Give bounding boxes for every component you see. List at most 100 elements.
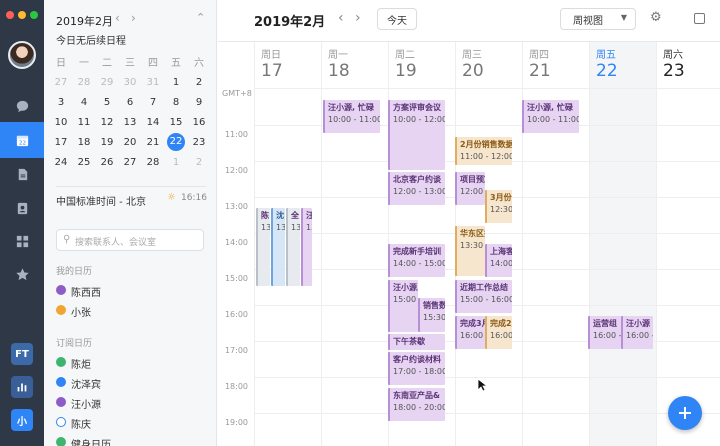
calendar-event[interactable]: 项目预算 12:00 - 13:00 (455, 172, 485, 205)
mini-prev-icon[interactable]: ‹ (115, 11, 120, 25)
mini-day[interactable]: 6 (119, 97, 141, 108)
star-icon[interactable] (12, 264, 32, 284)
calendar-event[interactable]: 销售数 15:30 - 16 (418, 298, 445, 332)
next-week-icon[interactable]: › (355, 10, 361, 26)
mini-day[interactable]: 8 (165, 97, 187, 108)
calendar-event[interactable]: 汪小源 16:00 - (621, 316, 653, 349)
analytics-icon[interactable] (11, 376, 33, 398)
calendar-name[interactable]: 陈西西 (71, 284, 101, 299)
calendar-event[interactable]: 汪小源, 忙碌 15:00 - 16:00 (388, 280, 418, 332)
rail-badge-ft[interactable]: FT (11, 343, 33, 365)
calendar-checkbox[interactable] (56, 285, 66, 295)
apps-icon[interactable] (12, 231, 32, 251)
calendar-event[interactable]: 汪小源, 忙碌 10:00 - 11:00 (522, 100, 579, 133)
day-header-number[interactable]: 19 (395, 61, 417, 81)
rail-badge-small[interactable]: 小 (11, 409, 33, 431)
prev-week-icon[interactable]: ‹ (338, 10, 344, 26)
calendar-event[interactable]: 完成新手培训 14:00 - 15:00 (388, 244, 445, 277)
calendar-event[interactable]: 华东区投放 13:30 - 15 (455, 226, 485, 276)
mini-next-icon[interactable]: › (131, 11, 136, 25)
window-icon[interactable] (694, 13, 705, 24)
mini-day[interactable]: 15 (165, 117, 187, 128)
mini-day[interactable]: 19 (96, 137, 118, 148)
day-header-number[interactable]: 18 (328, 61, 350, 81)
mini-day[interactable]: 28 (142, 157, 164, 168)
day-header-number[interactable]: 21 (529, 61, 551, 81)
calendar-event[interactable]: 下午茶歇 (388, 334, 445, 350)
calendar-name[interactable]: 小张 (71, 304, 91, 319)
mini-day[interactable]: 2 (188, 157, 210, 168)
window-zoom-button[interactable] (30, 11, 38, 19)
mini-day[interactable]: 26 (96, 157, 118, 168)
calendar-event[interactable]: 沈 13: (271, 208, 285, 286)
mini-day[interactable]: 21 (142, 137, 164, 148)
calendar-event[interactable]: 3月份 12:30 - 13 (485, 190, 512, 223)
calendar-event[interactable]: 客户约谈材料 17:00 - 18:00 (388, 352, 445, 385)
mini-day[interactable]: 1 (165, 77, 187, 88)
user-avatar[interactable] (8, 41, 36, 69)
contacts-icon[interactable] (12, 198, 32, 218)
day-header-number[interactable]: 20 (462, 61, 484, 81)
calendar-name[interactable]: 汪小源 (71, 396, 101, 411)
mini-day-today[interactable]: 22 (167, 133, 185, 151)
mini-day[interactable]: 16 (188, 117, 210, 128)
mini-day[interactable]: 25 (73, 157, 95, 168)
mini-day[interactable]: 2 (188, 77, 210, 88)
calendar-event[interactable]: 完成2月 16:00 - 16 (485, 316, 512, 349)
calendar-checkbox[interactable] (56, 437, 66, 446)
window-minimize-button[interactable] (18, 11, 26, 19)
calendar-event[interactable]: 上海客 14:00 - 15 (485, 244, 512, 277)
calendar-checkbox[interactable] (56, 377, 66, 387)
calendar-event[interactable]: 方案评审会议 10:00 - 12:00 (388, 100, 445, 170)
mini-day[interactable]: 4 (73, 97, 95, 108)
mini-day[interactable]: 31 (142, 77, 164, 88)
today-button[interactable]: 今天 (377, 8, 417, 30)
calendar-icon[interactable]: 22 (12, 130, 32, 150)
add-event-button[interactable] (668, 396, 702, 430)
calendar-event[interactable]: 汪小源, 忙碌 10:00 - 11:00 (323, 100, 380, 133)
calendar-checkbox[interactable] (56, 357, 66, 367)
calendar-event[interactable]: 完成3月 16:00 - 16 (455, 316, 485, 349)
mini-day[interactable]: 3 (50, 97, 72, 108)
day-header-name[interactable]: 周日 (261, 46, 281, 61)
mini-day[interactable]: 27 (119, 157, 141, 168)
mini-day[interactable]: 1 (165, 157, 187, 168)
mini-day[interactable]: 20 (119, 137, 141, 148)
mini-day[interactable]: 29 (96, 77, 118, 88)
mini-day[interactable]: 13 (119, 117, 141, 128)
mini-day[interactable]: 10 (50, 117, 72, 128)
mini-day[interactable]: 27 (50, 77, 72, 88)
calendar-event[interactable]: 2月份销售数据 11:00 - 12:00 (455, 137, 512, 165)
mini-day[interactable]: 18 (73, 137, 95, 148)
day-header-name[interactable]: 周五 (596, 46, 616, 61)
mini-day[interactable]: 7 (142, 97, 164, 108)
mini-day[interactable]: 28 (73, 77, 95, 88)
calendar-name[interactable]: 沈泽宾 (71, 376, 101, 391)
mini-day[interactable]: 24 (50, 157, 72, 168)
calendar-name[interactable]: 陈炬 (71, 356, 91, 371)
day-header-name[interactable]: 周四 (529, 46, 549, 61)
document-icon[interactable] (12, 164, 32, 184)
mini-day[interactable]: 5 (96, 97, 118, 108)
contact-search-input[interactable]: ⚲ 搜索联系人、会议室 (56, 229, 204, 251)
mini-day[interactable]: 12 (96, 117, 118, 128)
mini-day[interactable]: 11 (73, 117, 95, 128)
mini-day[interactable]: 30 (119, 77, 141, 88)
day-header-number[interactable]: 17 (261, 61, 283, 81)
collapse-chevron-icon[interactable]: ⌃ (196, 11, 205, 24)
day-header-name[interactable]: 周三 (462, 46, 482, 61)
day-header-name[interactable]: 周二 (395, 46, 415, 61)
calendar-checkbox[interactable] (56, 397, 66, 407)
mini-day[interactable]: 17 (50, 137, 72, 148)
mini-day[interactable]: 14 (142, 117, 164, 128)
calendar-checkbox[interactable] (56, 417, 66, 427)
chat-icon[interactable] (12, 96, 32, 116)
window-close-button[interactable] (6, 11, 14, 19)
day-header-number[interactable]: 23 (663, 61, 685, 81)
calendar-event[interactable]: 东南亚产品& 18:00 - 20:00 (388, 388, 445, 421)
calendar-checkbox[interactable] (56, 305, 66, 315)
calendar-event[interactable]: 北京客户约谈 12:00 - 13:00 (388, 172, 445, 205)
calendar-name[interactable]: 健身日历 (71, 436, 111, 446)
calendar-event[interactable]: 近期工作总结 15:00 - 16:00 (455, 280, 512, 313)
day-header-name[interactable]: 周六 (663, 46, 683, 61)
